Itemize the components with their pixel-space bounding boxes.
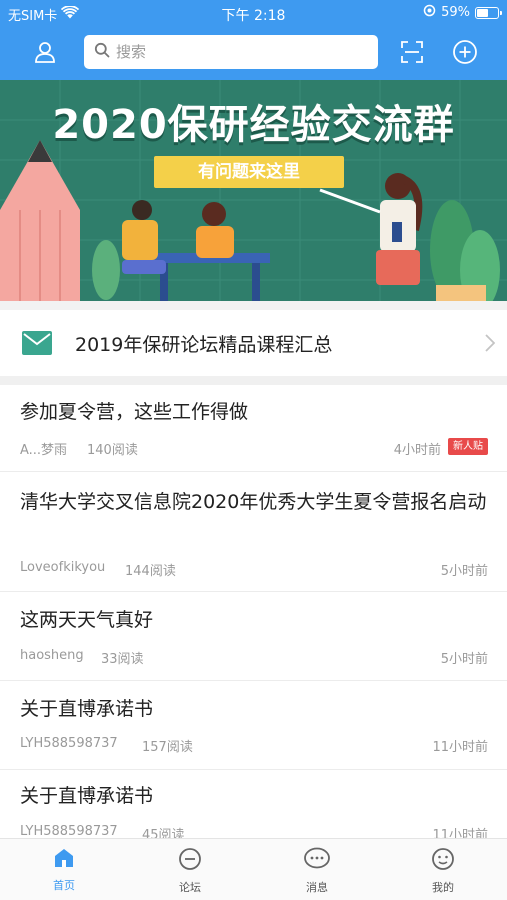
search-icon (94, 42, 110, 62)
tab-forum-label: 论坛 (179, 881, 201, 894)
post-reads: 140阅读 (87, 443, 138, 458)
tab-profile[interactable]: 我的 (403, 847, 483, 895)
post-reads: 45阅读 (142, 828, 185, 838)
chevron-right-icon (485, 334, 496, 356)
tab-forum[interactable]: 论坛 (150, 847, 230, 895)
bottom-tab-bar: 首页 论坛 消息 我的 (0, 838, 507, 900)
user-icon[interactable] (29, 36, 61, 68)
post-item[interactable]: 参加夏令营，这些工作得做 A...梦雨 140阅读 4小时前 新人贴 (0, 385, 507, 472)
section-divider (0, 301, 507, 310)
featured-course-row[interactable]: 2019年保研论坛精品课程汇总 (0, 310, 507, 376)
promo-banner[interactable]: 2020保研经验交流群 有问题来这里 (0, 80, 507, 301)
scan-icon[interactable] (396, 36, 428, 68)
post-time: 5小时前 (440, 564, 488, 579)
post-author: haosheng (20, 648, 84, 663)
new-user-badge: 新人贴 (448, 438, 488, 455)
post-time: 4小时前 (393, 443, 441, 458)
tab-profile-label: 我的 (432, 881, 454, 894)
tab-home-label: 首页 (53, 879, 75, 892)
post-item[interactable]: 关于直博承诺书 LYH588598737 157阅读 11小时前 (0, 682, 507, 770)
home-icon (53, 849, 75, 873)
post-title: 关于直博承诺书 (20, 698, 154, 720)
message-icon (303, 847, 331, 875)
mail-icon (22, 331, 52, 359)
post-reads: 33阅读 (101, 652, 144, 667)
add-icon[interactable] (449, 36, 481, 68)
post-author: LYH588598737 (20, 824, 118, 838)
top-toolbar (0, 32, 507, 72)
post-title: 清华大学交叉信息院2020年优秀大学生夏令营报名启动 (20, 491, 487, 513)
app-header: 无SIM卡 下午 2:18 59% (0, 0, 507, 80)
section-divider (0, 376, 507, 385)
post-time: 11小时前 (432, 828, 488, 838)
post-author: Loveofkikyou (20, 560, 106, 575)
status-bar: 无SIM卡 下午 2:18 59% (0, 0, 507, 28)
tab-messages-label: 消息 (306, 881, 328, 894)
banner-subtitle: 有问题来这里 (154, 156, 344, 188)
battery-percent: 59% (441, 5, 470, 20)
profile-icon (431, 848, 455, 875)
battery-icon (475, 6, 502, 19)
post-title: 这两天天气真好 (20, 609, 154, 631)
battery-level (477, 8, 489, 17)
search-bar[interactable] (84, 35, 378, 69)
tab-messages[interactable]: 消息 (277, 847, 357, 895)
post-time: 5小时前 (440, 652, 488, 667)
forum-icon (178, 848, 202, 875)
post-title: 关于直博承诺书 (20, 785, 154, 807)
tab-home[interactable]: 首页 (24, 847, 104, 893)
post-item[interactable]: 这两天天气真好 haosheng 33阅读 5小时前 (0, 593, 507, 681)
status-right: 59% (423, 4, 502, 21)
post-author: LYH588598737 (20, 736, 118, 751)
banner-title: 2020保研经验交流群 (52, 102, 455, 148)
post-reads: 157阅读 (142, 740, 193, 755)
post-item[interactable]: 关于直博承诺书 LYH588598737 45阅读 11小时前 (0, 771, 507, 838)
post-time: 11小时前 (432, 740, 488, 755)
post-reads: 144阅读 (125, 564, 176, 579)
featured-title: 2019年保研论坛精品课程汇总 (75, 334, 333, 356)
rotation-lock-icon (423, 4, 436, 21)
post-author: A...梦雨 (20, 443, 68, 458)
search-input[interactable] (116, 43, 356, 61)
post-item[interactable]: 清华大学交叉信息院2020年优秀大学生夏令营报名启动 Loveofkikyou … (0, 473, 507, 592)
post-title: 参加夏令营，这些工作得做 (20, 401, 249, 423)
